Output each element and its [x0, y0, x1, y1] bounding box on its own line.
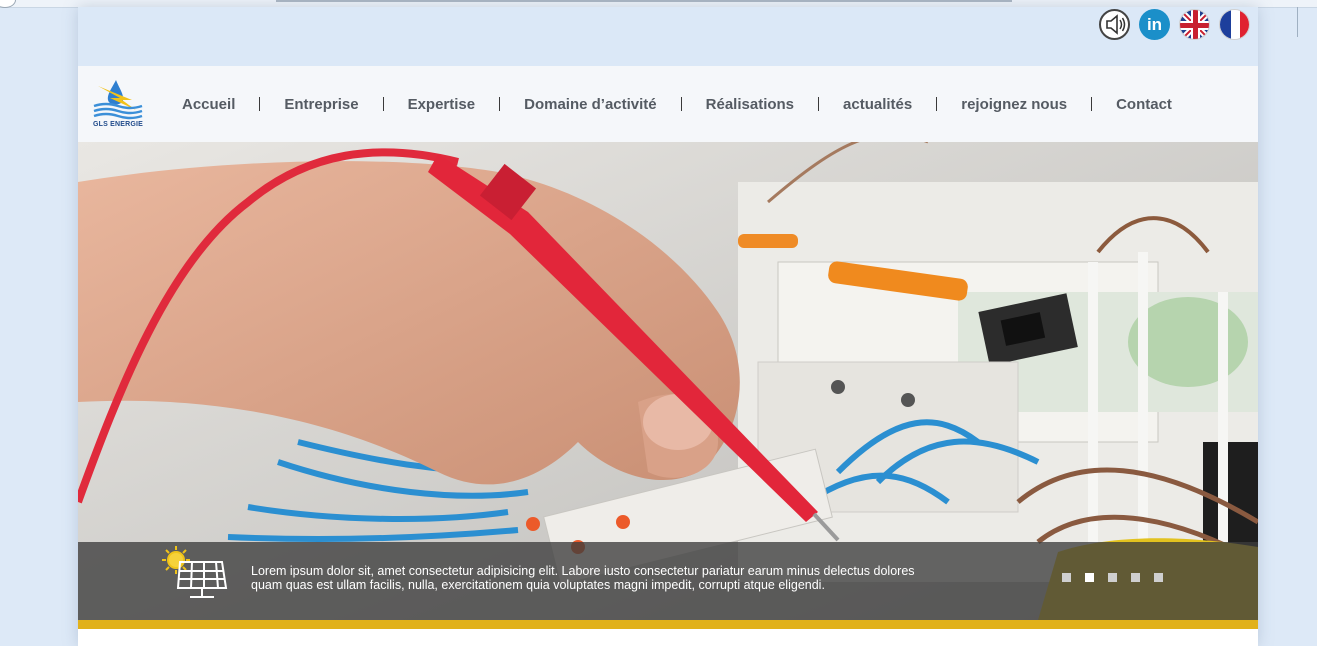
- caption-line-1: Lorem ipsum dolor sit, amet consectetur …: [251, 564, 915, 578]
- slide-dot[interactable]: [1154, 573, 1163, 582]
- logo-text: GLS ENERGIE: [92, 121, 144, 128]
- slide-dot[interactable]: [1108, 573, 1117, 582]
- speaker-icon[interactable]: [1099, 9, 1130, 40]
- nav-menu: Accueil Entreprise Expertise Domaine d’a…: [182, 66, 1172, 142]
- browser-tab-edge: [276, 0, 1012, 2]
- caption-line-2: quam quas est ullam facilis, nulla, exer…: [251, 578, 825, 592]
- nav-separator: [382, 97, 384, 111]
- nav-item-rejoignez[interactable]: rejoignez nous: [961, 96, 1067, 113]
- solar-panel-icon: [156, 542, 234, 604]
- accent-bar: [78, 620, 1258, 629]
- linkedin-label: in: [1146, 14, 1163, 34]
- nav-item-contact[interactable]: Contact: [1116, 96, 1172, 113]
- nav-separator: [936, 97, 938, 111]
- nav-item-entreprise[interactable]: Entreprise: [284, 96, 358, 113]
- slide-dot[interactable]: [1131, 573, 1140, 582]
- nav-item-actualites[interactable]: actualités: [843, 96, 912, 113]
- linkedin-icon[interactable]: in: [1139, 9, 1170, 40]
- top-bar: in: [78, 7, 1258, 66]
- nav-separator: [818, 97, 820, 111]
- nav-separator: [680, 97, 682, 111]
- nav-separator: [499, 97, 501, 111]
- slide-caption: Lorem ipsum dolor sit, amet consectetur …: [78, 542, 1258, 620]
- logo-mark: [93, 80, 143, 120]
- slide-dot[interactable]: [1062, 573, 1071, 582]
- france-flag-icon[interactable]: [1219, 9, 1250, 40]
- nav-item-accueil[interactable]: Accueil: [182, 96, 235, 113]
- social-links: in: [1099, 9, 1250, 40]
- nav-item-expertise[interactable]: Expertise: [408, 96, 476, 113]
- nav-separator: [259, 97, 261, 111]
- scrollbar-edge: [1297, 7, 1298, 37]
- caption-text: Lorem ipsum dolor sit, amet consectetur …: [251, 564, 991, 592]
- nav-item-domaine[interactable]: Domaine d’activité: [524, 96, 657, 113]
- content-start: [78, 629, 1258, 646]
- nav-item-realisations[interactable]: Réalisations: [706, 96, 794, 113]
- gls-energie-logo[interactable]: GLS ENERGIE: [92, 78, 144, 132]
- main-navbar: GLS ENERGIE Accueil Entreprise Expertise…: [78, 66, 1258, 142]
- browser-tab-corner: [0, 0, 16, 8]
- uk-flag-icon[interactable]: [1179, 9, 1210, 40]
- page-container: in GLS ENERGIE Accueil Entreprise Expert…: [78, 7, 1258, 646]
- hero-slider[interactable]: Lorem ipsum dolor sit, amet consectetur …: [78, 142, 1258, 620]
- slide-dot-active[interactable]: [1085, 573, 1094, 582]
- nav-separator: [1091, 97, 1093, 111]
- slider-dots: [1062, 573, 1163, 582]
